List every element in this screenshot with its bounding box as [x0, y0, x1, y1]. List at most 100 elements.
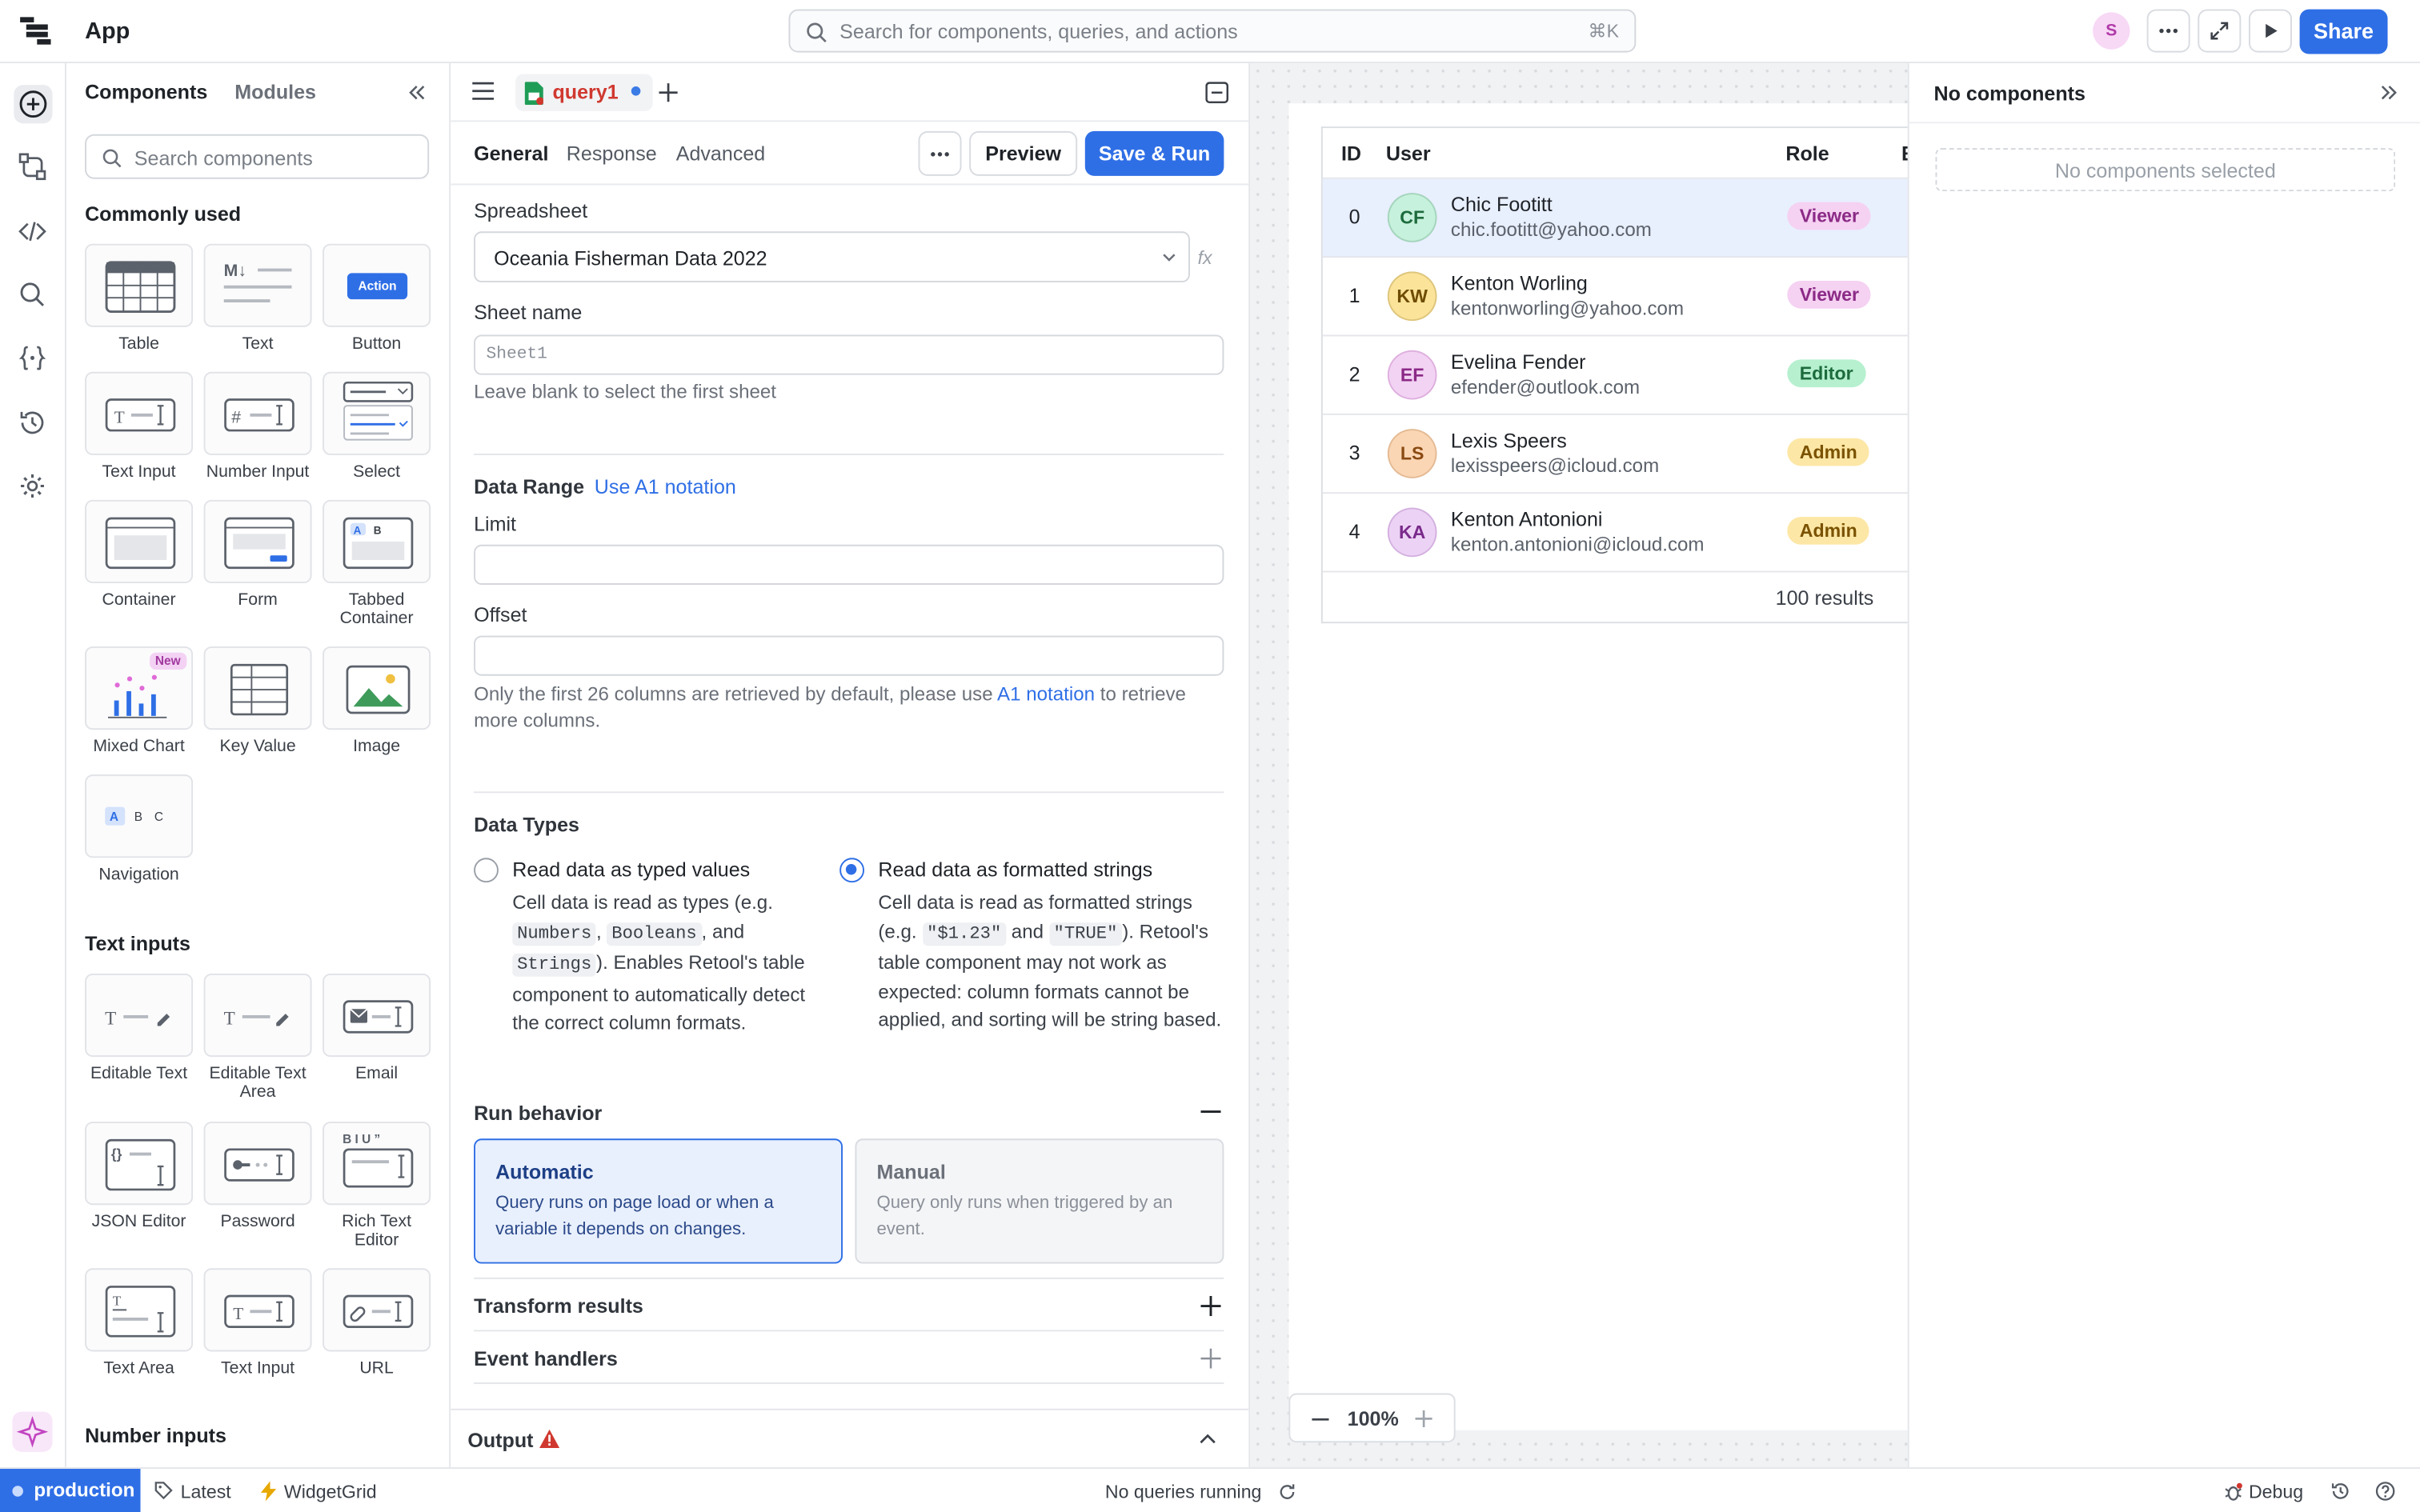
collapse-panel-icon[interactable] — [407, 83, 426, 102]
ai-assist-sparkle-icon[interactable] — [12, 1411, 53, 1452]
minimize-panel-icon[interactable] — [1205, 82, 1229, 104]
workflow-icon[interactable] — [17, 151, 48, 182]
retool-logo-icon[interactable] — [20, 17, 51, 45]
radio-formatted-strings[interactable] — [839, 858, 865, 883]
formatted-strings-title[interactable]: Read data as formatted strings — [878, 858, 1152, 881]
tile-navigation[interactable]: A B C Navigation — [85, 774, 194, 884]
tile-editable-text-area[interactable]: T Editable Text Area — [203, 973, 312, 1102]
tile-tabbed-container[interactable]: A B Tabbed Container — [323, 499, 431, 628]
tile-container[interactable]: Container — [85, 499, 194, 610]
refresh-icon[interactable] — [1278, 1482, 1296, 1501]
svg-text:B: B — [134, 810, 142, 824]
tile-mixed-chart[interactable]: New Mixed Chart — [85, 646, 194, 756]
save-and-run-button[interactable]: Save & Run — [1084, 130, 1224, 176]
table-row[interactable]: 3 LS Lexis Speers lexisspeers@icloud.com Adm… — [1322, 415, 1909, 494]
preview-button[interactable]: Preview — [969, 130, 1078, 176]
run-automatic-option[interactable]: Automatic Query runs on page load or when… — [474, 1138, 843, 1264]
tile-email[interactable]: Email — [323, 973, 431, 1083]
menu-hamburger-icon[interactable] — [472, 82, 495, 100]
tile-select[interactable]: Select — [323, 371, 431, 482]
subtab-advanced[interactable]: Advanced — [676, 142, 766, 165]
version-selector[interactable]: Latest — [181, 1481, 231, 1502]
tab-query1[interactable]: query1 — [515, 74, 653, 111]
tile-text[interactable]: M↓ Text — [203, 243, 312, 354]
add-query-plus-icon[interactable] — [658, 82, 679, 103]
typed-values-title[interactable]: Read data as typed values — [512, 858, 750, 881]
table-row[interactable]: 4 KA Kenton Antonioni kenton.antonioni@iclo… — [1322, 494, 1909, 573]
output-bar[interactable]: Output — [451, 1408, 1249, 1468]
table-row[interactable]: 2 EF Evelina Fender efender@outlook.com Edit… — [1322, 336, 1909, 415]
state-variables-icon[interactable] — [17, 342, 48, 374]
user-avatar: EF — [1387, 350, 1437, 400]
chevron-up-icon[interactable] — [1200, 1434, 1216, 1445]
environment-selector[interactable]: production — [0, 1469, 141, 1512]
column-id[interactable]: ID — [1341, 142, 1361, 165]
tile-json-editor[interactable]: {} JSON Editor — [85, 1122, 194, 1232]
table-row[interactable]: 1 KW Kenton Worling kentonworling@yahoo.com… — [1322, 258, 1909, 337]
users-table[interactable]: ID User Role E 0 CF Chic Footittchic.footi… — [1320, 126, 1915, 624]
search-icon — [102, 149, 122, 168]
sheet-name-input[interactable]: Sheet1 — [474, 334, 1224, 375]
preview-app-button[interactable] — [2248, 9, 2292, 53]
history-icon[interactable] — [17, 407, 48, 438]
tile-editable-text[interactable]: T Editable Text — [85, 973, 194, 1083]
query-more-button[interactable] — [918, 130, 962, 176]
event-handlers-section[interactable]: Event handlers — [474, 1330, 1224, 1382]
tile-rich-text-editor[interactable]: B I U ” Rich Text Editor — [323, 1122, 431, 1250]
limit-input[interactable] — [474, 544, 1224, 585]
help-icon[interactable] — [2375, 1481, 2395, 1501]
fullscreen-button[interactable] — [2198, 9, 2242, 53]
run-manual-option[interactable]: Manual Query only runs when triggered by … — [855, 1138, 1224, 1264]
tile-button[interactable]: Action Button — [323, 243, 431, 354]
tile-key-value[interactable]: Key Value — [203, 646, 312, 756]
zoom-in-plus-icon[interactable] — [1415, 1410, 1432, 1427]
svg-text:A: A — [110, 810, 118, 824]
tab-components[interactable]: Components — [85, 80, 207, 103]
a1-notation-link[interactable]: A1 notation — [997, 683, 1095, 705]
search-rail-icon[interactable] — [17, 279, 48, 310]
collapse-minus-icon[interactable] — [1200, 1102, 1221, 1122]
add-component-icon[interactable] — [14, 85, 53, 124]
column-role[interactable]: Role — [1785, 142, 1829, 165]
app-title[interactable]: App — [85, 18, 130, 45]
tile-number-input[interactable]: # Number Input — [203, 371, 312, 482]
zoom-out-minus-icon[interactable] — [1312, 1418, 1329, 1421]
share-button[interactable]: Share — [2299, 9, 2388, 54]
more-options-button[interactable] — [2146, 9, 2190, 53]
tile-text-input-2[interactable]: T Text Input — [203, 1268, 312, 1378]
offset-input[interactable] — [474, 635, 1224, 676]
code-icon[interactable] — [17, 216, 48, 247]
role-badge: Admin — [1787, 438, 1870, 466]
tile-text-input[interactable]: T Text Input — [85, 371, 194, 482]
fx-toggle[interactable]: fx — [1198, 247, 1212, 269]
user-avatar[interactable]: S — [2093, 12, 2130, 50]
tile-url[interactable]: URL — [323, 1268, 431, 1378]
tile-password[interactable]: Password — [203, 1122, 312, 1232]
tile-label: Tabbed Container — [339, 590, 414, 628]
tile-text-area[interactable]: T Text Area — [85, 1268, 194, 1378]
widget-grid-label[interactable]: WidgetGrid — [284, 1481, 377, 1502]
debug-button[interactable]: Debug — [2249, 1481, 2303, 1502]
component-search-input[interactable]: Search components — [85, 134, 430, 179]
tile-label: Image — [353, 737, 401, 757]
tile-label: JSON Editor — [91, 1212, 186, 1232]
user-avatar: KW — [1387, 271, 1437, 322]
subtab-general[interactable]: General — [474, 142, 548, 165]
subtab-response[interactable]: Response — [567, 142, 657, 165]
tile-image[interactable]: Image — [323, 646, 431, 756]
transform-results-section[interactable]: Transform results — [474, 1277, 1224, 1330]
expand-panel-chevrons-icon[interactable] — [2380, 83, 2398, 102]
history-icon[interactable] — [2330, 1481, 2350, 1501]
table-row[interactable]: 0 CF Chic Footitt chic.footitt@yahoo.com Vie… — [1322, 178, 1909, 258]
column-user[interactable]: User — [1386, 142, 1431, 165]
global-search[interactable]: Search for components, queries, and acti… — [788, 9, 1637, 53]
tile-table[interactable]: Table — [85, 243, 194, 354]
tile-form[interactable]: Form — [203, 499, 312, 610]
use-a1-notation-link[interactable]: Use A1 notation — [595, 475, 736, 498]
tab-modules[interactable]: Modules — [234, 80, 316, 103]
settings-gear-icon[interactable] — [17, 470, 48, 502]
radio-typed-values[interactable] — [474, 858, 499, 883]
expand-icon — [2199, 20, 2239, 42]
spreadsheet-select[interactable]: Oceania Fisherman Data 2022 — [474, 231, 1190, 282]
tile-label: Password — [220, 1212, 295, 1232]
